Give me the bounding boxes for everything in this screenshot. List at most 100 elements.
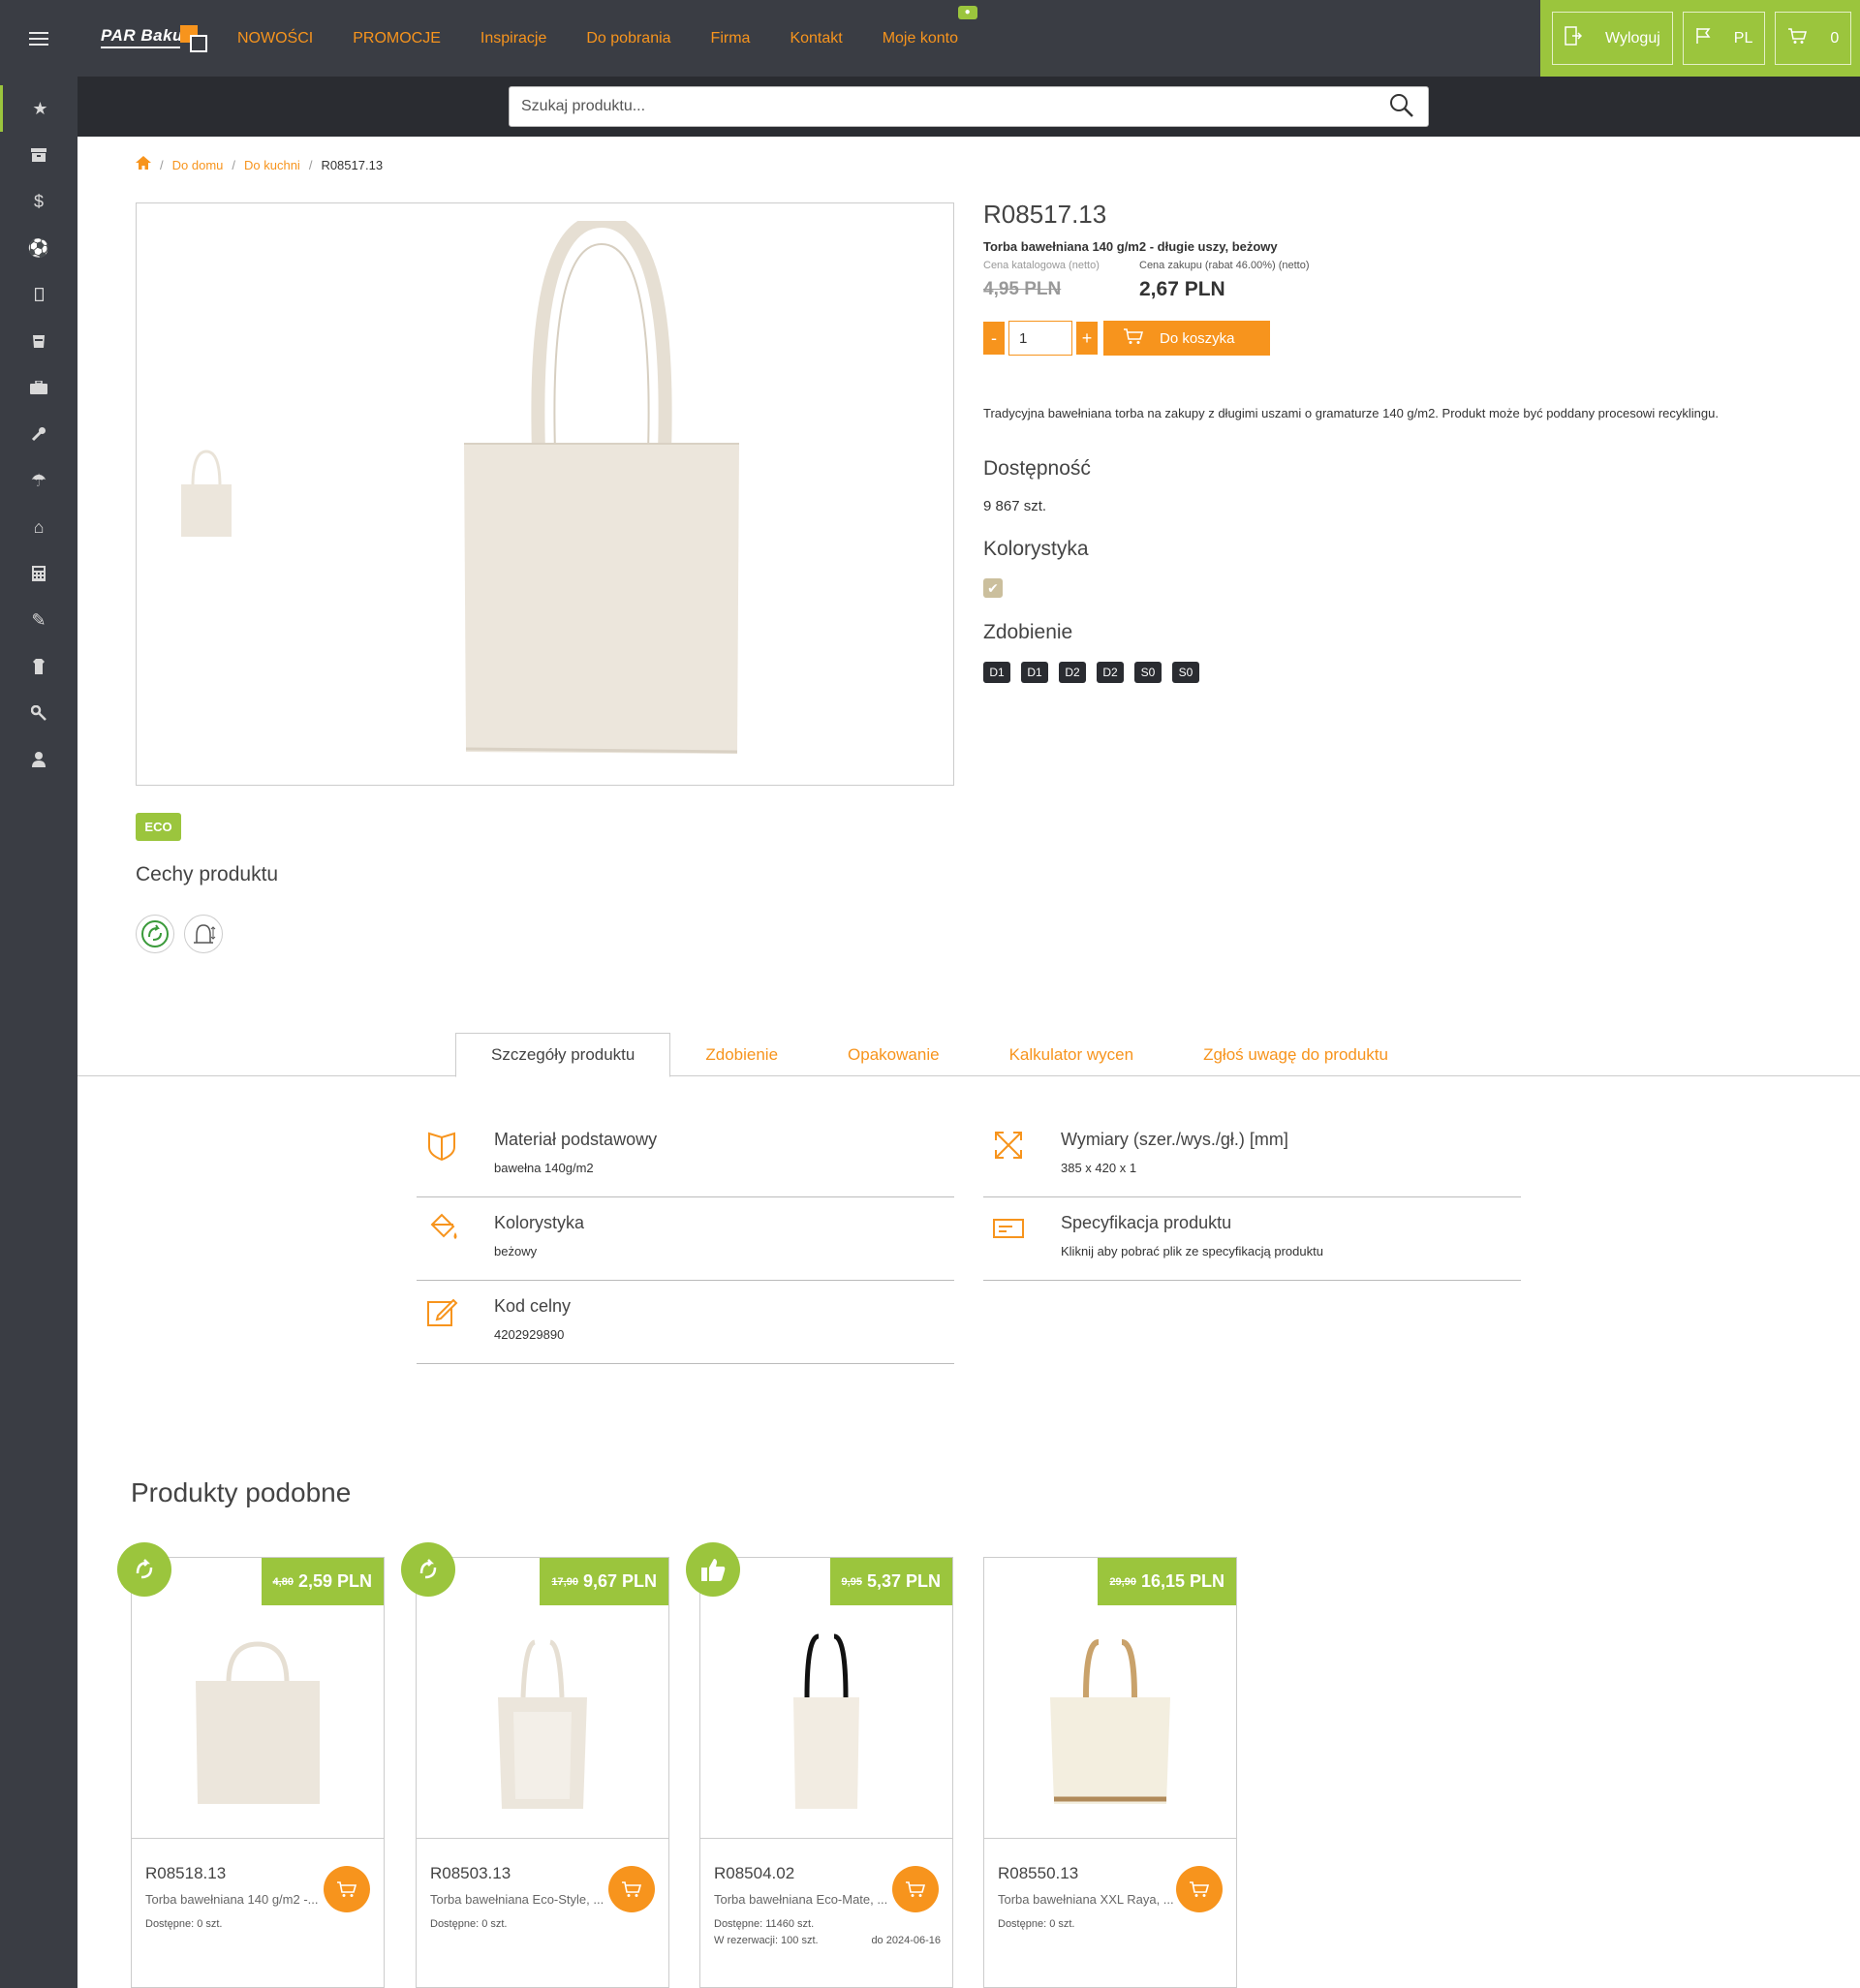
card-sku: R08503.13 — [430, 1864, 512, 1882]
card-price-tag: 9,95 5,37 PLN — [829, 1558, 952, 1605]
nav-promocje[interactable]: PROMOCJE — [353, 30, 441, 47]
shirt-icon[interactable] — [0, 643, 78, 690]
card-cart-button[interactable] — [1176, 1866, 1223, 1912]
detail-customs-code: Kod celny 4202929890 — [417, 1281, 954, 1364]
logo[interactable]: PAR Bakuła — [101, 23, 207, 54]
card-cart-button[interactable] — [892, 1866, 939, 1912]
decoration-chip[interactable]: D1 — [1021, 662, 1048, 683]
card-name: Torba bawełniana 140 g/m2 -... — [145, 1892, 319, 1907]
tab-szczegoly[interactable]: Szczegóły produktu — [455, 1033, 671, 1077]
breadcrumb-do-domu[interactable]: Do domu — [172, 158, 224, 172]
decoration-chip[interactable]: D2 — [1059, 662, 1086, 683]
cart-button[interactable]: 0 — [1775, 12, 1852, 65]
home-icon[interactable]: ⌂ — [0, 504, 78, 550]
search-input[interactable] — [510, 87, 1362, 126]
wrench-icon[interactable] — [0, 411, 78, 457]
quantity-input[interactable]: 1 — [1008, 321, 1072, 356]
catalog-price-label: Cena katalogowa (netto) — [983, 260, 1100, 271]
top-actions: Wyloguj PL 0 — [1540, 0, 1860, 77]
main-nav: NOWOŚCI PROMOCJE Inspiracje Do pobrania … — [237, 0, 998, 77]
similar-product-card[interactable]: 4,80 2,59 PLN R08518.13 Torba bawełniana … — [131, 1557, 385, 1988]
color-swatch[interactable]: ✔ — [983, 578, 1003, 598]
star-icon[interactable]: ★ — [0, 85, 78, 132]
umbrella-icon[interactable]: ☂ — [0, 457, 78, 504]
edit-icon[interactable]: ✎ — [0, 597, 78, 643]
menu-icon[interactable] — [0, 0, 78, 77]
detail-specification[interactable]: Specyfikacja produktu Kliknij aby pobrać… — [983, 1197, 1521, 1281]
detail-colors: Kolorystyka beżowy — [417, 1197, 954, 1281]
decoration-chip[interactable]: S0 — [1134, 662, 1162, 683]
product-tabs: Szczegóły produktu Zdobienie Opakowanie … — [455, 1033, 1423, 1077]
breadcrumb-do-kuchni[interactable]: Do kuchni — [244, 158, 300, 172]
recycle-icon[interactable] — [136, 915, 174, 953]
nav-firma[interactable]: Firma — [711, 30, 751, 47]
card-price: 2,59 PLN — [297, 1571, 372, 1591]
shield-icon — [424, 1128, 459, 1163]
card-price-tag: 29,90 16,15 PLN — [1098, 1558, 1236, 1605]
nav-kontakt[interactable]: Kontakt — [790, 30, 842, 47]
card-old-price: 9,95 — [841, 1575, 862, 1588]
nav-nowosci[interactable]: NOWOŚCI — [237, 30, 313, 47]
card-cart-button[interactable] — [608, 1866, 655, 1912]
cart-icon — [1787, 27, 1808, 49]
phone-icon[interactable] — [0, 271, 78, 318]
mug-icon[interactable] — [0, 318, 78, 364]
bag-handle-icon[interactable] — [184, 915, 223, 953]
detail-material: Materiał podstawowy bawełna 140g/m2 — [417, 1114, 954, 1197]
card-price: 5,37 PLN — [866, 1571, 941, 1591]
dollar-icon[interactable]: $ — [0, 178, 78, 225]
archive-icon[interactable] — [0, 132, 78, 178]
edit-icon — [424, 1294, 459, 1329]
eco-badge: ECO — [136, 813, 181, 841]
price-row: Cena katalogowa (netto) 4,95 PLN Cena za… — [983, 260, 1836, 306]
tab-zglos-uwage[interactable]: Zgłoś uwagę do produktu — [1168, 1033, 1423, 1076]
user-icon[interactable] — [0, 736, 78, 783]
spec-download-link[interactable]: Kliknij aby pobrać plik ze specyfikacją … — [1061, 1244, 1323, 1258]
logout-icon — [1565, 26, 1583, 50]
similar-product-card[interactable]: 29,90 16,15 PLN R08550.13 Torba bawełnian… — [983, 1557, 1237, 1988]
nav-moje-konto-label: Moje konto — [882, 29, 958, 47]
card-image — [132, 1605, 384, 1838]
decoration-chip[interactable]: D1 — [983, 662, 1010, 683]
breadcrumb: / Do domu / Do kuchni / R08517.13 — [136, 156, 383, 173]
qty-minus-button[interactable]: - — [983, 322, 1005, 355]
buy-price-block: Cena zakupu (rabat 46.00%) (netto) 2,67 … — [1139, 260, 1310, 301]
recycle-icon — [401, 1542, 455, 1597]
search-icon[interactable] — [1389, 93, 1414, 125]
product-thumbnail[interactable] — [180, 446, 232, 539]
product-info: R08517.13 Torba bawełniana 140 g/m2 - dł… — [983, 200, 1836, 683]
qty-plus-button[interactable]: + — [1076, 322, 1098, 355]
card-name: Torba bawełniana XXL Raya, ... — [998, 1892, 1174, 1907]
key-icon[interactable] — [0, 690, 78, 736]
add-to-cart-button[interactable]: Do koszyka — [1103, 321, 1270, 356]
detail-dimensions: Wymiary (szer./wys./gł.) [mm] 385 x 420 … — [983, 1114, 1521, 1197]
expand-arrows-icon — [991, 1128, 1026, 1163]
tab-zdobienie[interactable]: Zdobienie — [670, 1033, 813, 1076]
card-name: Torba bawełniana Eco-Mate, ... — [714, 1892, 888, 1907]
card-sku: R08550.13 — [998, 1864, 1079, 1882]
calculator-icon[interactable] — [0, 550, 78, 597]
detail-label: Materiał podstawowy — [494, 1130, 658, 1149]
detail-label: Kod celny — [494, 1296, 572, 1316]
nav-moje-konto[interactable]: Moje konto ● — [882, 5, 977, 47]
soccer-ball-icon[interactable]: ⚽ — [0, 225, 78, 271]
nav-do-pobrania[interactable]: Do pobrania — [586, 30, 670, 47]
similar-product-card[interactable]: 17,90 9,67 PLN R08503.13 Torba bawełniana… — [416, 1557, 669, 1988]
card-price-tag: 17,90 9,67 PLN — [540, 1558, 668, 1605]
briefcase-icon[interactable] — [0, 364, 78, 411]
credit-card-icon — [991, 1211, 1026, 1246]
similar-product-card[interactable]: 9,95 5,37 PLN R08504.02 Torba bawełniana … — [699, 1557, 953, 1988]
home-icon[interactable] — [136, 156, 151, 173]
card-price-tag: 4,80 2,59 PLN — [261, 1558, 384, 1605]
tab-opakowanie[interactable]: Opakowanie — [813, 1033, 975, 1076]
decoration-chip[interactable]: D2 — [1097, 662, 1124, 683]
nav-inspiracje[interactable]: Inspiracje — [480, 30, 546, 47]
language-button[interactable]: PL — [1682, 12, 1766, 65]
card-image — [417, 1605, 668, 1838]
logout-button[interactable]: Wyloguj — [1552, 12, 1673, 65]
card-cart-button[interactable] — [324, 1866, 370, 1912]
top-navbar: PAR Bakuła NOWOŚCI PROMOCJE Inspiracje D… — [78, 0, 1860, 77]
tab-kalkulator[interactable]: Kalkulator wycen — [975, 1033, 1169, 1076]
card-sku: R08518.13 — [145, 1864, 227, 1882]
decoration-chip[interactable]: S0 — [1172, 662, 1199, 683]
